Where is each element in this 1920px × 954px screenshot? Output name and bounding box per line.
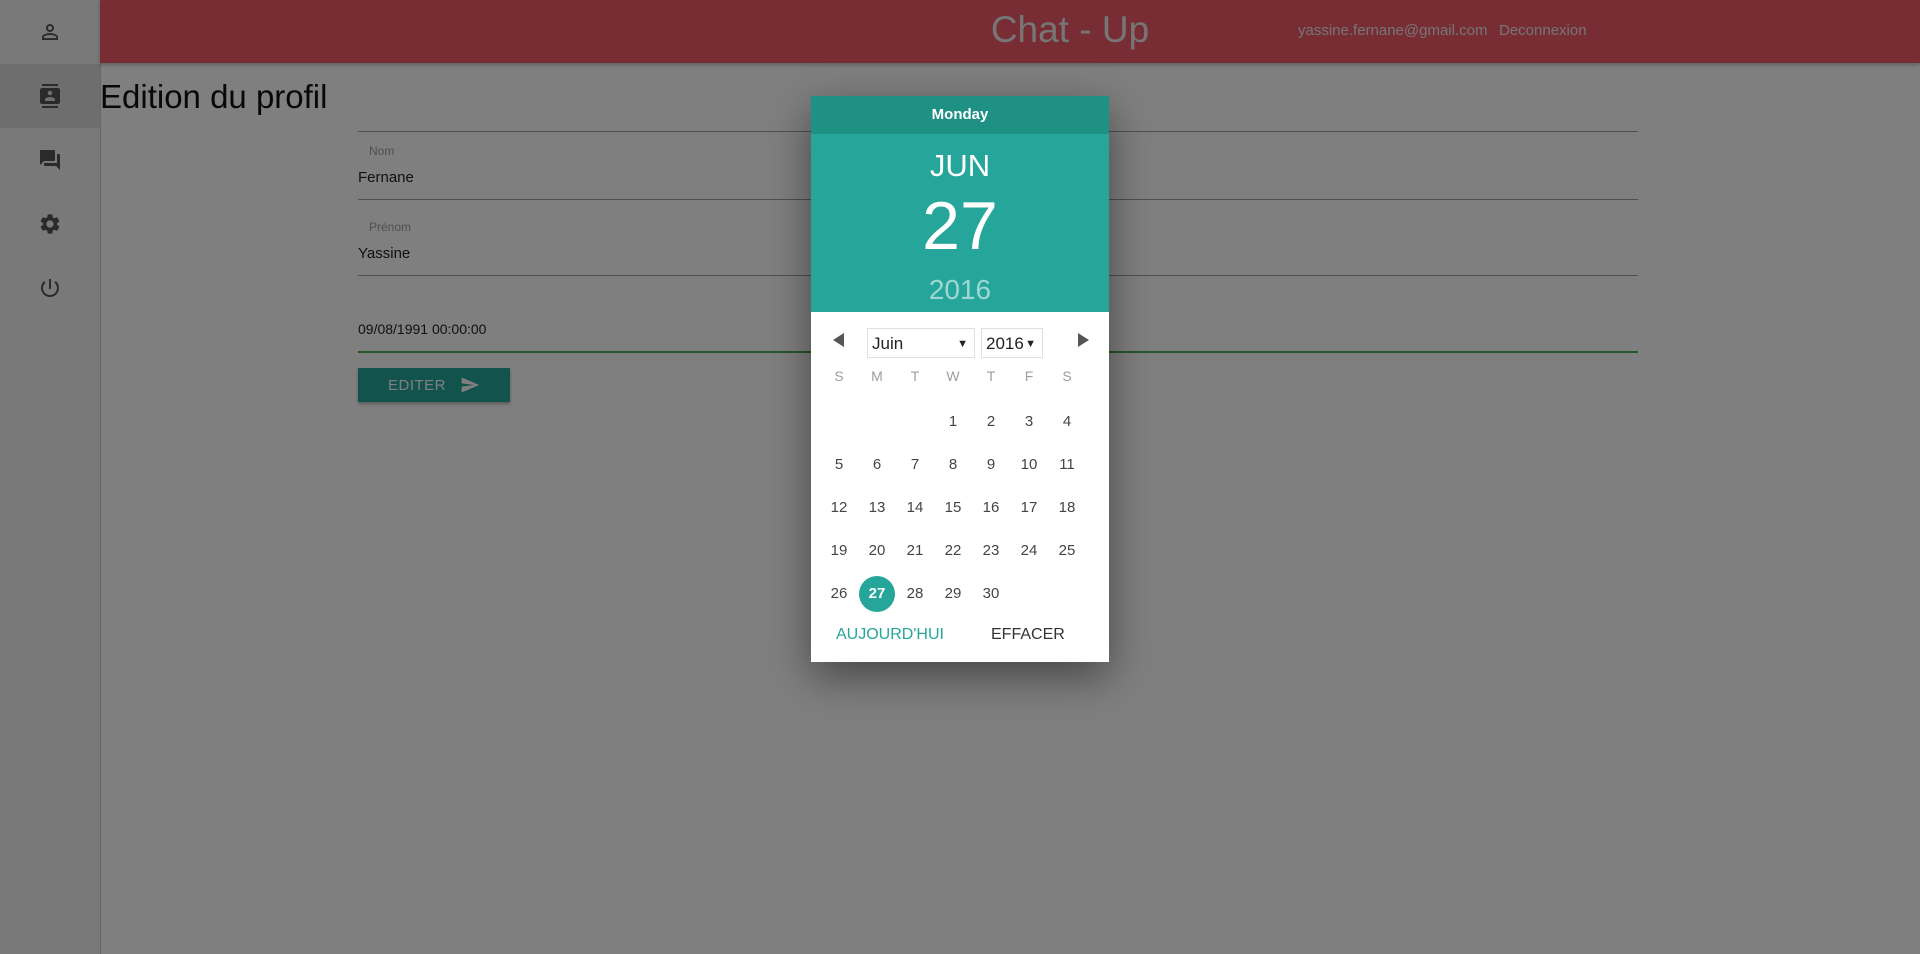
calendar-day-number: 22: [944, 542, 962, 559]
month-select[interactable]: Juin ▼: [867, 328, 975, 358]
calendar-day[interactable]: 26: [820, 572, 858, 615]
calendar-day[interactable]: 1: [934, 400, 972, 443]
calendar-day[interactable]: 10: [1010, 443, 1048, 486]
calendar-day[interactable]: 5: [820, 443, 858, 486]
calendar-day[interactable]: 29: [934, 572, 972, 615]
calendar-day-number: 17: [1020, 499, 1038, 516]
calendar-day[interactable]: 21: [896, 529, 934, 572]
year-select[interactable]: 2016 ▼: [981, 328, 1043, 358]
caret-down-icon: ▼: [957, 338, 968, 350]
chevron-left-icon: [833, 333, 844, 347]
caret-down-icon: ▼: [1025, 338, 1036, 350]
calendar-day[interactable]: 24: [1010, 529, 1048, 572]
calendar-day-number: 16: [982, 499, 1000, 516]
picker-date-display: JUN 27 2016: [811, 134, 1109, 312]
calendar-day-number: 19: [830, 542, 848, 559]
empty-day-cell: [858, 400, 896, 443]
calendar-day-number: 27: [859, 575, 895, 612]
calendar-day[interactable]: 11: [1048, 443, 1086, 486]
calendar-day[interactable]: 6: [858, 443, 896, 486]
picker-nav: Juin ▼ 2016 ▼: [811, 320, 1109, 364]
calendar-day[interactable]: 8: [934, 443, 972, 486]
calendar-day-number: 30: [982, 585, 1000, 602]
calendar-day[interactable]: 15: [934, 486, 972, 529]
calendar-week: 12 13 14 15 16 17 18: [820, 486, 1102, 529]
calendar-day-number: 11: [1059, 456, 1075, 473]
calendar-day-number: 15: [944, 499, 962, 516]
calendar-day[interactable]: 16: [972, 486, 1010, 529]
calendar-day-number: 23: [982, 542, 1000, 559]
clear-button[interactable]: EFFACER: [991, 626, 1065, 644]
calendar-day[interactable]: 9: [972, 443, 1010, 486]
calendar-day[interactable]: 14: [896, 486, 934, 529]
calendar-day-number: 20: [868, 542, 886, 559]
picker-day: 27: [922, 188, 998, 264]
calendar-day-number: 21: [906, 542, 924, 559]
calendar-day[interactable]: 4: [1048, 400, 1086, 443]
calendar-day[interactable]: 3: [1010, 400, 1048, 443]
calendar-day-number: 18: [1058, 499, 1076, 516]
empty-day-cell: [1048, 572, 1086, 615]
day-header: T: [910, 368, 920, 384]
calendar-day[interactable]: 12: [820, 486, 858, 529]
empty-day-cell: [820, 400, 858, 443]
calendar-week: 5 6 7 8 9 10 11: [820, 443, 1102, 486]
calendar-day-number: 14: [906, 499, 924, 516]
calendar-day[interactable]: 30: [972, 572, 1010, 615]
calendar-day-number: 29: [944, 585, 962, 602]
calendar-week: 26 27 28 29 30: [820, 572, 1102, 615]
calendar-day-number: 10: [1020, 456, 1038, 473]
day-of-week-header: SMTWTFS: [820, 364, 1102, 400]
calendar-day-number: 12: [830, 499, 848, 516]
calendar-day[interactable]: 2: [972, 400, 1010, 443]
empty-day-cell: [1010, 572, 1048, 615]
chevron-right-icon: [1078, 333, 1089, 347]
calendar-day[interactable]: 28: [896, 572, 934, 615]
calendar-day-number: 2: [986, 413, 996, 430]
calendar-day-number: 9: [986, 456, 996, 473]
calendar-day-number: 3: [1024, 413, 1034, 430]
calendar-day[interactable]: 7: [896, 443, 934, 486]
picker-year: 2016: [928, 274, 992, 305]
calendar-day-number: 6: [872, 456, 882, 473]
date-picker-dialog: Monday JUN 27 2016 Juin ▼ 2016 ▼ SMTWTFS…: [811, 96, 1109, 662]
calendar-day[interactable]: 20: [858, 529, 896, 572]
calendar-grid: SMTWTFS 1 2 3 4 5 6 7 8 9 10 11 12 13 14 15 16 17 18 19 20 2…: [820, 364, 1102, 615]
calendar-day[interactable]: 22: [934, 529, 972, 572]
calendar-day[interactable]: 23: [972, 529, 1010, 572]
calendar-day[interactable]: 17: [1010, 486, 1048, 529]
prev-month-button[interactable]: [829, 330, 849, 350]
calendar-day[interactable]: 25: [1048, 529, 1086, 572]
calendar-day[interactable]: 13: [858, 486, 896, 529]
next-month-button[interactable]: [1073, 330, 1093, 350]
day-header: S: [834, 368, 844, 384]
calendar-day-number: 26: [830, 585, 848, 602]
day-header: F: [1024, 368, 1034, 384]
picker-footer: AUJOURD'HUI EFFACER: [811, 612, 1109, 662]
picker-weekday: Monday: [811, 96, 1109, 134]
calendar-day-number: 8: [948, 456, 958, 473]
day-header: S: [1062, 368, 1072, 384]
calendar-day-number: 13: [868, 499, 886, 516]
picker-month: JUN: [929, 148, 991, 183]
calendar-day-number: 5: [834, 456, 844, 473]
calendar-day-number: 24: [1020, 542, 1038, 559]
calendar-week: 19 20 21 22 23 24 25: [820, 529, 1102, 572]
calendar-day-number: 25: [1058, 542, 1076, 559]
empty-day-cell: [896, 400, 934, 443]
day-header: M: [871, 368, 883, 384]
calendar-day-number: 4: [1062, 413, 1072, 430]
year-select-value: 2016: [986, 334, 1024, 353]
today-button[interactable]: AUJOURD'HUI: [836, 626, 944, 644]
calendar-day-number: 7: [910, 456, 920, 473]
calendar-day[interactable]: 19: [820, 529, 858, 572]
calendar-week: 1 2 3 4: [820, 400, 1102, 443]
day-header: W: [946, 368, 960, 384]
month-select-value: Juin: [872, 334, 904, 353]
calendar-day-number: 1: [948, 413, 958, 430]
day-header: T: [986, 368, 996, 384]
calendar-day[interactable]: 18: [1048, 486, 1086, 529]
calendar-day-selected[interactable]: 27: [858, 572, 896, 615]
calendar-day-number: 28: [906, 585, 924, 602]
